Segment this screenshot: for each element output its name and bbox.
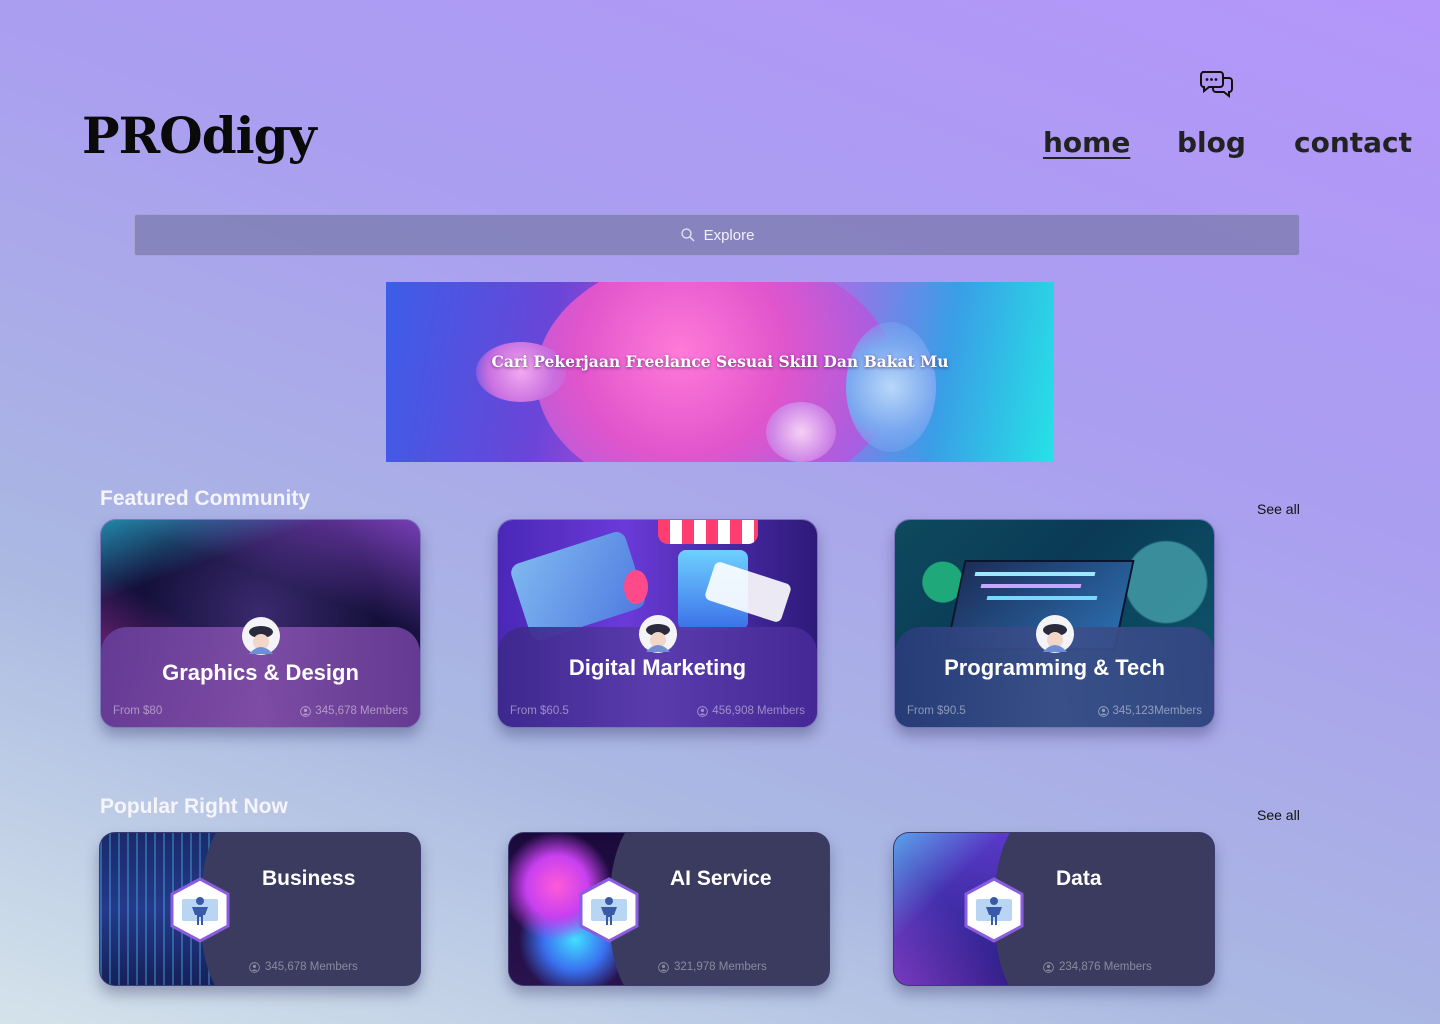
featured-card-digital-marketing[interactable]: Digital Marketing From $60.5 456,908 Mem… [497, 519, 818, 728]
featured-community-title: Featured Community [100, 487, 311, 510]
vr-avatar-icon [964, 877, 1024, 943]
search-input[interactable]: Explore [704, 227, 755, 244]
card-title: Business [262, 867, 356, 890]
featured-see-all-link[interactable]: See all [1257, 501, 1300, 517]
card-price: From $80 [113, 705, 163, 717]
search-icon [680, 228, 695, 242]
user-icon [697, 705, 709, 717]
popular-see-all-link[interactable]: See all [1257, 807, 1300, 823]
vr-avatar-icon [638, 615, 677, 653]
card-members: 345,123Members [1112, 705, 1203, 717]
card-members: 456,908 Members [712, 705, 805, 717]
featured-card-programming-tech[interactable]: Programming & Tech From $90.5 345,123Mem… [894, 519, 1215, 728]
logo[interactable]: PROdigy [82, 106, 317, 165]
search-bar[interactable]: Explore [134, 214, 1300, 256]
card-price: From $60.5 [510, 705, 569, 717]
user-icon [658, 961, 669, 973]
card-price: From $90.5 [907, 705, 966, 717]
popular-card-data[interactable]: Data 234,876 Members [893, 832, 1215, 986]
vr-avatar-icon [579, 877, 639, 943]
user-icon [249, 961, 260, 973]
card-members: 321,978 Members [674, 961, 767, 973]
vr-avatar-icon [170, 877, 230, 943]
card-members: 345,678 Members [265, 961, 358, 973]
popular-card-business[interactable]: Business 345,678 Members [99, 832, 421, 986]
user-icon [300, 705, 312, 717]
card-members: 345,678 Members [315, 705, 408, 717]
vr-avatar-icon [241, 617, 280, 655]
chat-bubbles-icon[interactable] [1198, 68, 1236, 98]
popular-right-now-title: Popular Right Now [100, 795, 288, 818]
card-title: Programming & Tech [944, 655, 1165, 680]
nav-contact[interactable]: contact [1294, 126, 1412, 159]
vr-avatar-icon [1035, 615, 1074, 653]
popular-card-ai-service[interactable]: AI Service 321,978 Members [508, 832, 830, 986]
card-title: Graphics & Design [162, 660, 359, 685]
hero-banner[interactable]: Cari Pekerjaan Freelance Sesuai Skill Da… [386, 282, 1054, 462]
banner-headline: Cari Pekerjaan Freelance Sesuai Skill Da… [491, 352, 949, 371]
nav-blog[interactable]: blog [1177, 126, 1246, 159]
card-title: Data [1056, 867, 1102, 890]
card-title: Digital Marketing [568, 655, 747, 680]
card-members: 234,876 Members [1059, 961, 1152, 973]
user-icon [1043, 961, 1054, 973]
nav-home[interactable]: home [1043, 126, 1130, 159]
card-title: AI Service [670, 867, 772, 890]
featured-card-graphics-design[interactable]: Graphics & Design From $80 345,678 Membe… [100, 519, 421, 728]
user-icon [1097, 705, 1109, 717]
